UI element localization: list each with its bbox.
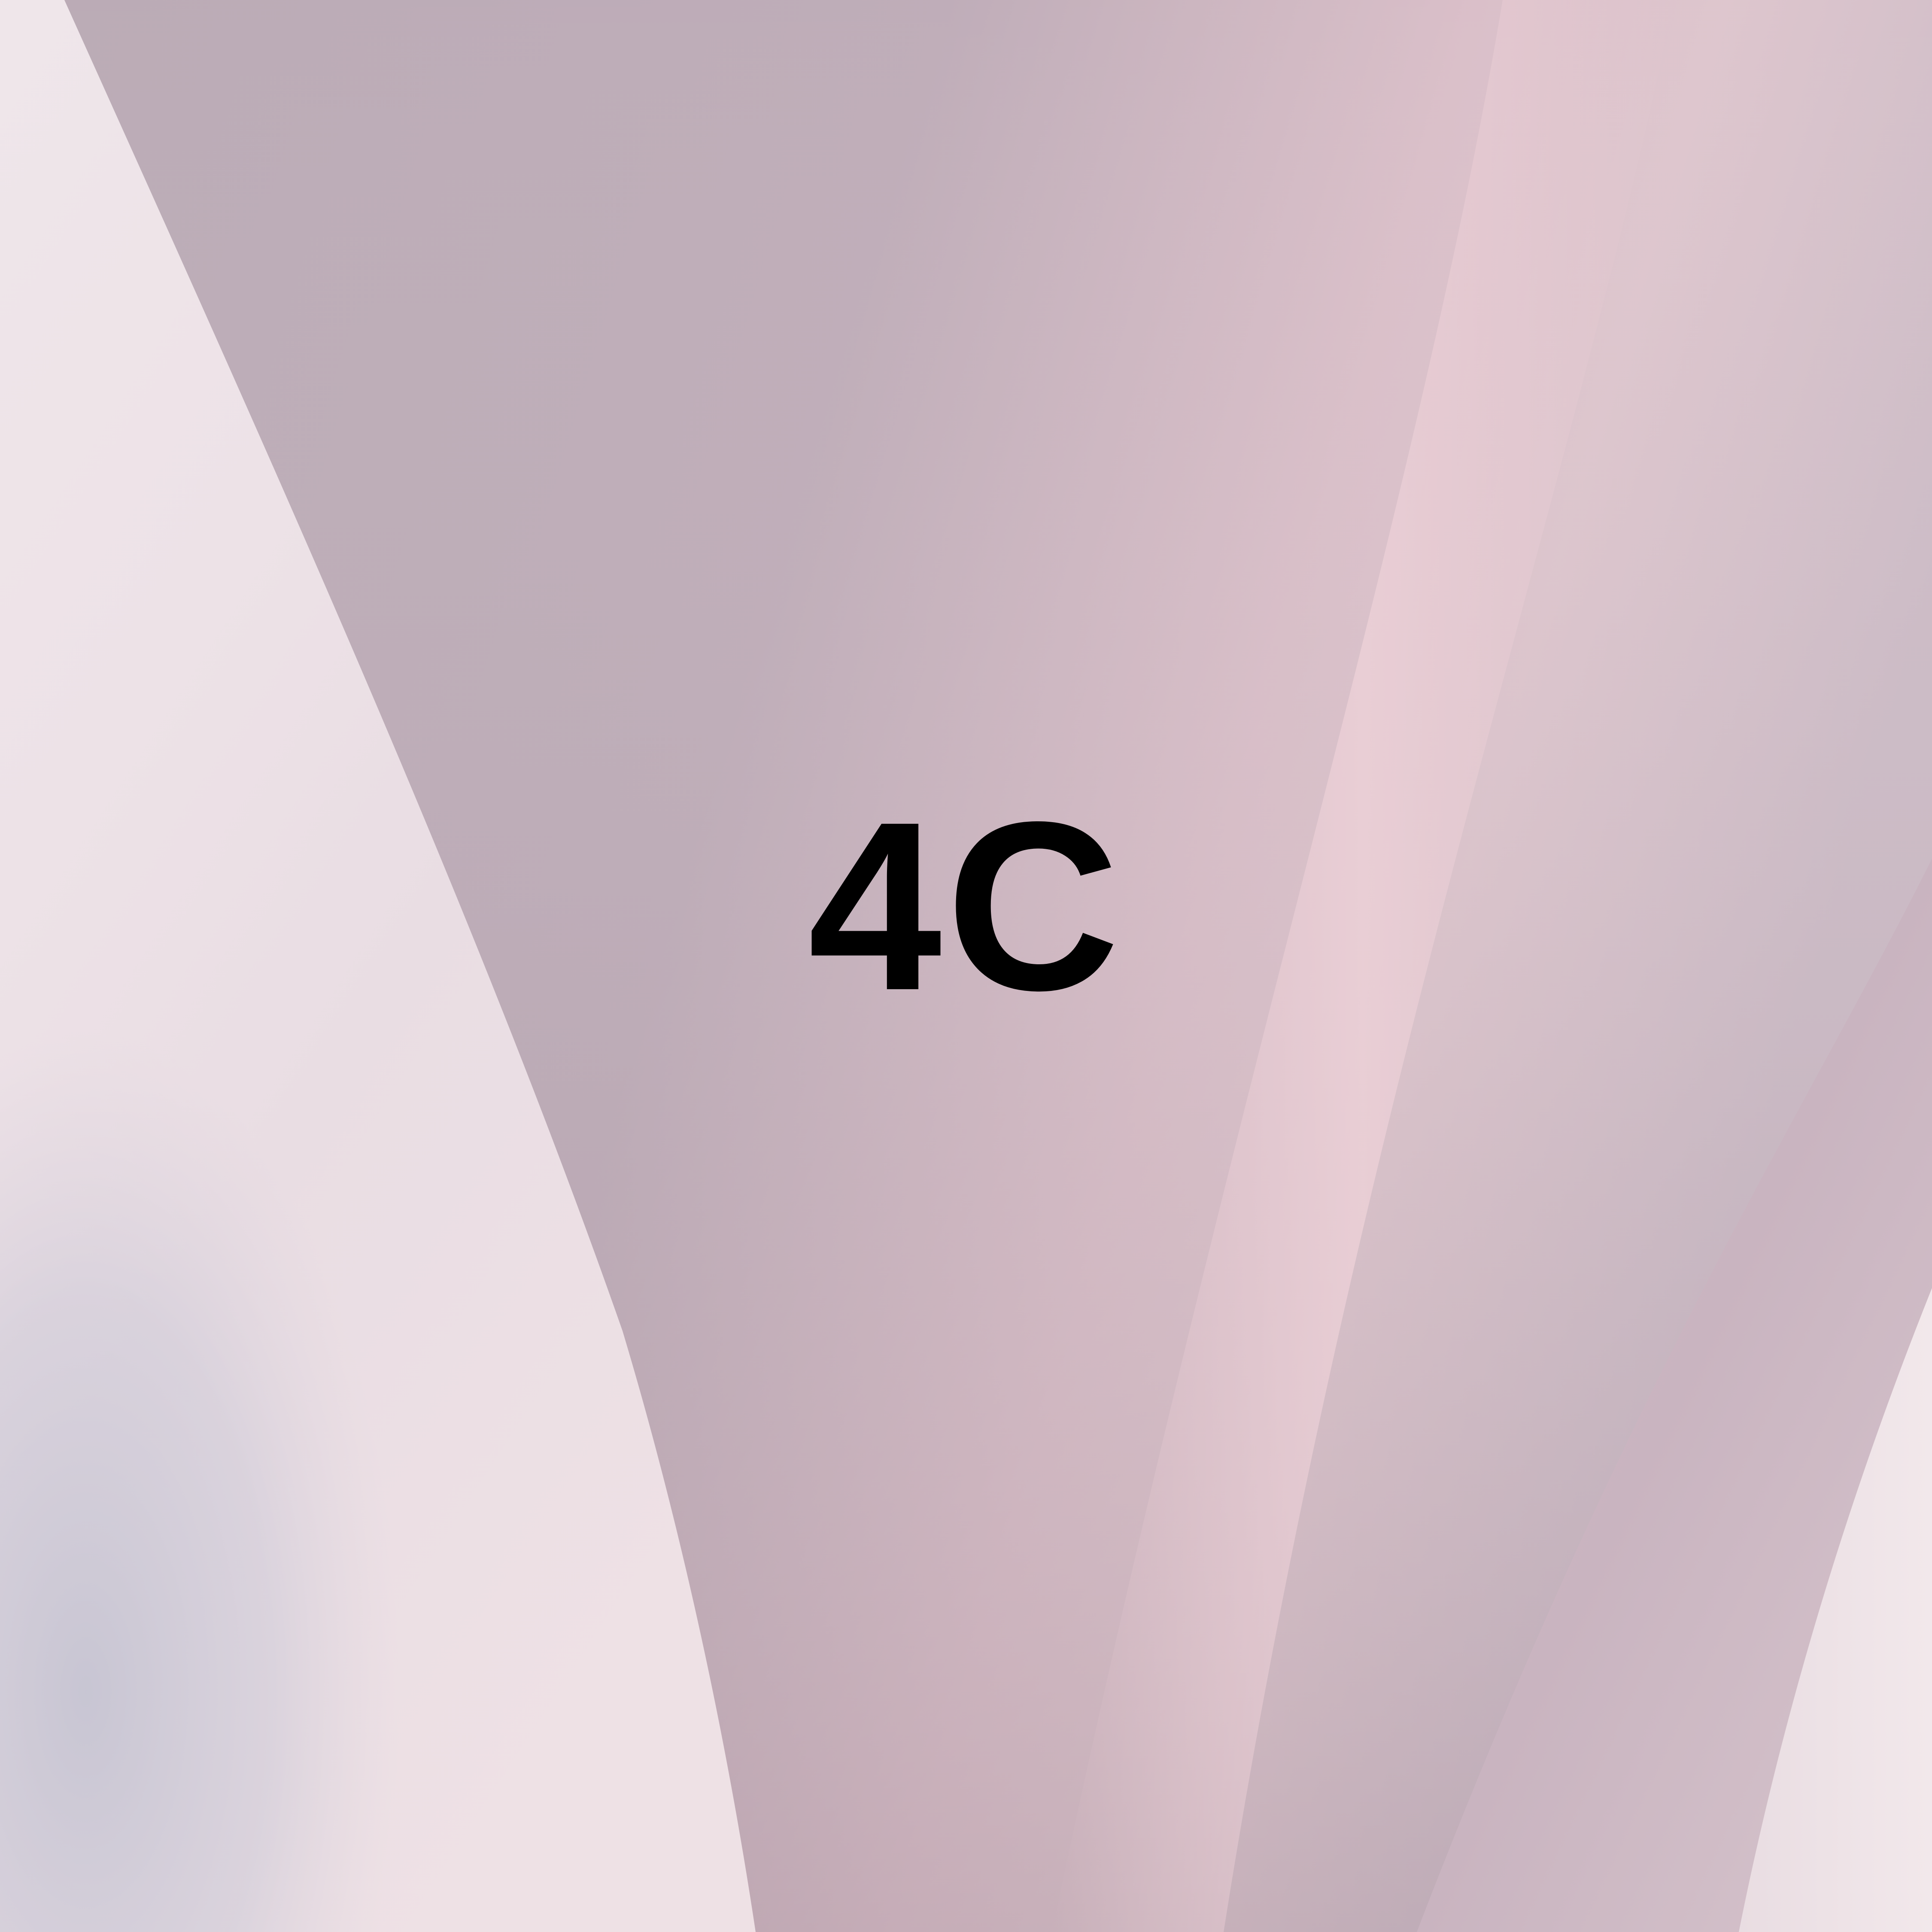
wallpaper-canvas: 4C — [0, 0, 1932, 1932]
title-label: 4C — [808, 772, 1124, 1040]
